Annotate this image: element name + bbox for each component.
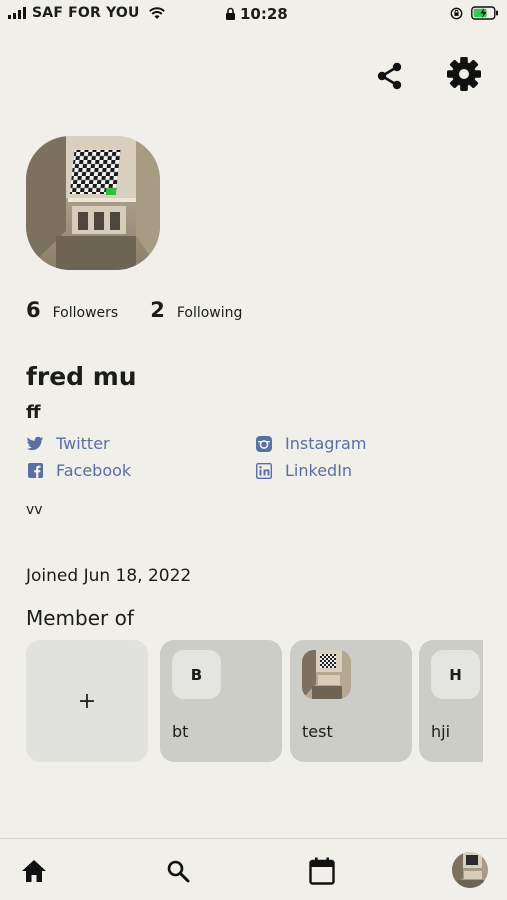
profile-bio: vv <box>26 502 43 518</box>
profile-name: fred mu <box>26 362 137 391</box>
twitter-icon <box>26 436 44 450</box>
group-initial: B <box>172 650 221 699</box>
tab-calendar[interactable] <box>304 853 340 889</box>
calendar-icon <box>309 857 335 885</box>
add-group-button[interactable]: + <box>26 640 148 762</box>
wifi-icon <box>148 7 165 19</box>
status-bar: SAF FOR YOU 10:28 <box>0 0 507 28</box>
group-card[interactable]: H hji <box>419 640 483 762</box>
instagram-link[interactable]: Instagram <box>255 434 366 453</box>
avatar-photo <box>26 136 160 270</box>
settings-button[interactable] <box>446 56 482 92</box>
follow-stats: 6 Followers 2 Following <box>26 298 242 322</box>
group-card[interactable]: B bt <box>160 640 282 762</box>
linkedin-label: LinkedIn <box>285 461 353 480</box>
clock: 10:28 <box>240 5 288 23</box>
twitter-link[interactable]: Twitter <box>26 434 110 453</box>
profile-avatar[interactable] <box>26 136 160 270</box>
battery-icon <box>471 6 498 20</box>
tab-home[interactable] <box>16 853 52 889</box>
group-name: bt <box>172 722 189 741</box>
group-card[interactable]: test <box>290 640 412 762</box>
search-icon <box>167 860 190 883</box>
tab-profile[interactable] <box>452 852 488 888</box>
profile-avatar-icon <box>452 852 488 888</box>
status-right <box>450 6 499 20</box>
status-center: 10:28 <box>225 5 288 23</box>
plus-icon: + <box>77 688 97 714</box>
instagram-label: Instagram <box>285 434 367 453</box>
member-groups-list[interactable]: + B bt test H hji <box>26 640 483 762</box>
twitter-label: Twitter <box>56 434 110 453</box>
group-initial: H <box>431 650 480 699</box>
followers-label[interactable]: Followers <box>53 305 119 321</box>
joined-date: Joined Jun 18, 2022 <box>26 566 192 586</box>
facebook-icon <box>27 463 43 478</box>
linkedin-link[interactable]: LinkedIn <box>255 461 352 480</box>
carrier-name: SAF FOR YOU <box>32 5 140 21</box>
signal-icon <box>8 7 26 19</box>
facebook-label: Facebook <box>56 461 132 480</box>
profile-handle: ff <box>26 402 41 423</box>
instagram-icon <box>256 435 272 452</box>
bottom-tab-bar <box>0 838 507 900</box>
share-icon <box>377 62 402 90</box>
linkedin-icon <box>256 462 272 479</box>
facebook-link[interactable]: Facebook <box>26 461 131 480</box>
status-left: SAF FOR YOU <box>8 5 166 21</box>
orientation-lock-icon <box>450 7 463 19</box>
followers-count[interactable]: 6 <box>26 298 41 322</box>
lock-icon <box>226 7 235 20</box>
group-name: test <box>302 722 333 741</box>
gear-icon <box>447 57 481 91</box>
home-icon <box>22 860 46 882</box>
group-image <box>302 650 351 699</box>
group-name: hji <box>431 722 451 741</box>
tab-search[interactable] <box>160 853 196 889</box>
member-of-title: Member of <box>26 606 134 630</box>
share-button[interactable] <box>372 58 408 94</box>
following-count[interactable]: 2 <box>150 298 165 322</box>
following-label[interactable]: Following <box>177 305 243 321</box>
